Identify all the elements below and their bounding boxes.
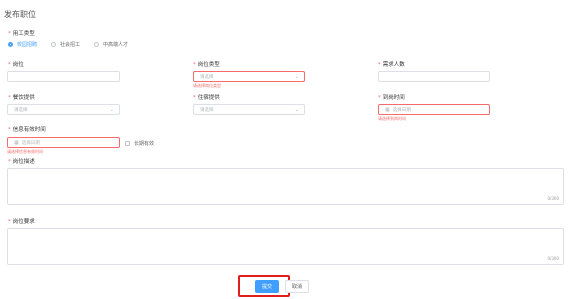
chevron-down-icon: ⌄ (109, 107, 114, 113)
lodging-select[interactable]: 请选择 ⌄ (193, 104, 305, 115)
employment-type-label: * 用工类型 (8, 31, 35, 37)
position-type-select[interactable]: 请选择 ⌄ (193, 71, 305, 82)
radio-unchecked-icon (51, 42, 57, 47)
page-title: 发布职位 (4, 10, 36, 19)
description-textarea[interactable]: 0/300 (7, 168, 564, 205)
meal-select[interactable]: 请选择 ⌄ (7, 104, 120, 115)
description-char-counter: 0/300 (547, 196, 559, 201)
position-input[interactable] (7, 71, 120, 82)
checkbox-icon (125, 141, 130, 146)
requirements-textarea[interactable]: 0/300 (7, 228, 564, 265)
description-label: * 岗位描述 (8, 159, 35, 165)
requirements-label: * 岗位要求 (8, 219, 35, 225)
long-term-checkbox[interactable]: 长期有效 (125, 140, 154, 147)
radio-checked-icon (8, 42, 13, 47)
meal-label: * 餐饮提供 (8, 95, 35, 101)
headcount-label: * 需求人数 (378, 62, 405, 68)
position-type-label: * 岗位类型 (193, 62, 220, 68)
radio-senior-talent[interactable]: 中高端人才 (94, 41, 128, 48)
valid-time-error: 请选择信息有效时间 (7, 149, 43, 154)
cancel-button[interactable]: 取消 (285, 280, 309, 293)
arrival-time-label: * 到岗时间 (378, 95, 405, 101)
calendar-icon: ▦ (14, 139, 19, 146)
chevron-down-icon: ⌄ (294, 74, 299, 80)
submit-button[interactable]: 提交 (255, 280, 279, 293)
position-label: * 岗位 (8, 62, 24, 68)
valid-time-picker[interactable]: ▦ 选择日期 (7, 137, 120, 148)
radio-social-recruit[interactable]: 社会招工 (51, 41, 80, 48)
chevron-down-icon: ⌄ (294, 107, 299, 113)
employment-type-radio-group: 校园招聘 社会招工 中高端人才 (8, 41, 128, 48)
valid-time-label: * 信息有效时间 (8, 127, 46, 133)
arrival-time-error: 请选择到岗时间 (378, 116, 406, 121)
radio-campus-recruit[interactable]: 校园招聘 (8, 41, 37, 48)
requirements-char-counter: 0/300 (547, 256, 559, 261)
calendar-icon: ▦ (385, 106, 390, 113)
lodging-label: * 住宿提供 (193, 95, 220, 101)
post-job-form: 发布职位 * 用工类型 校园招聘 社会招工 中高端人才 * 岗位 * 岗位类型 请选择… (0, 0, 570, 299)
radio-unchecked-icon (94, 42, 100, 47)
arrival-time-picker[interactable]: ▦ 选择日期 (378, 104, 490, 115)
headcount-input[interactable] (378, 71, 490, 82)
position-type-error: 请选择岗位类型 (193, 83, 221, 88)
